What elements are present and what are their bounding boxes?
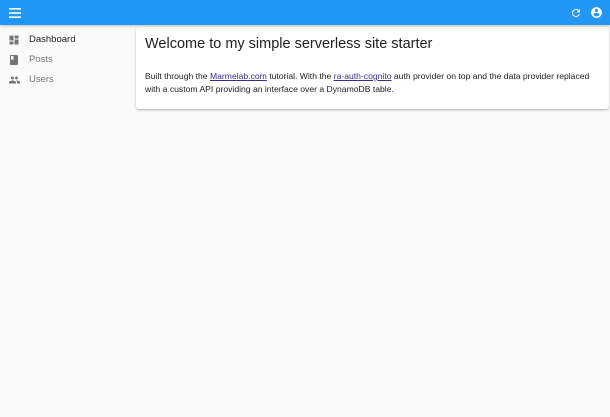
card-body: Built through the Marmelab.com tutorial.… xyxy=(145,70,600,96)
dashboard-icon xyxy=(7,33,21,47)
sidebar-item-label: Posts xyxy=(29,54,53,65)
sidebar-item-users[interactable]: Users xyxy=(0,70,134,90)
menu-icon xyxy=(8,7,21,18)
card-title: Welcome to my simple serverless site sta… xyxy=(145,36,433,52)
body-text: Built through the xyxy=(145,71,210,81)
book-icon xyxy=(7,53,21,67)
refresh-button[interactable] xyxy=(567,4,584,21)
ra-auth-cognito-link[interactable]: ra-auth-cognito xyxy=(334,71,392,81)
body-text: tutorial. With the xyxy=(266,71,334,81)
marmelab-link[interactable]: Marmelab.com xyxy=(210,71,267,81)
account-circle-icon xyxy=(591,7,602,18)
app-bar xyxy=(0,0,610,25)
sidebar-item-label: Users xyxy=(29,74,54,85)
menu-button[interactable] xyxy=(6,4,23,21)
account-button[interactable] xyxy=(588,4,605,21)
people-icon xyxy=(7,73,21,87)
sidebar-item-posts[interactable]: Posts xyxy=(0,50,134,70)
sidebar-item-label: Dashboard xyxy=(29,34,76,45)
sidebar-item-dashboard[interactable]: Dashboard xyxy=(0,30,134,50)
refresh-icon xyxy=(571,8,580,17)
sidebar: Dashboard Posts Users xyxy=(0,25,134,417)
welcome-card: Welcome to my simple serverless site sta… xyxy=(136,27,609,109)
